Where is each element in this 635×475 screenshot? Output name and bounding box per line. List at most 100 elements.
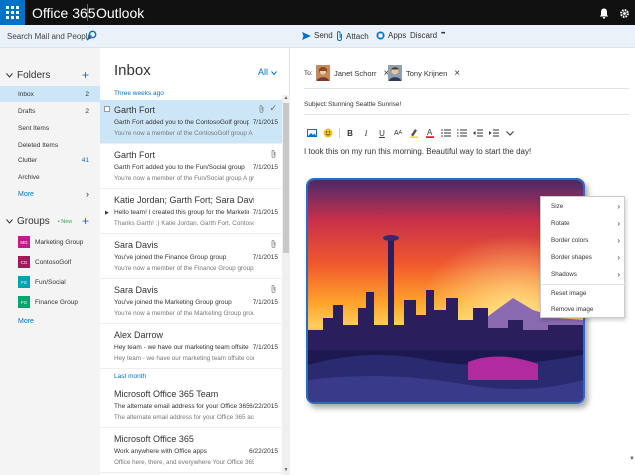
font-color-icon[interactable]: A bbox=[422, 126, 438, 140]
bullet-list-icon[interactable] bbox=[438, 126, 454, 140]
apps-button[interactable]: Apps bbox=[376, 31, 406, 40]
bold-icon[interactable]: B bbox=[342, 126, 358, 140]
menu-item-label: Border colors bbox=[551, 237, 589, 244]
message-subject: You've joined the Marketing Group group bbox=[114, 299, 232, 306]
menu-item-reset-image[interactable]: Reset image bbox=[541, 285, 626, 302]
message-row[interactable]: Microsoft Office 365 Work anywhere with … bbox=[100, 429, 282, 473]
message-row[interactable]: Microsoft Office 365 Team The alternate … bbox=[100, 384, 282, 428]
folder-archive[interactable]: Archive bbox=[0, 169, 100, 185]
group-marketing[interactable]: MG Marketing Group bbox=[18, 234, 83, 250]
bell-icon[interactable] bbox=[597, 6, 611, 20]
message-preview: Office here, there, and everywhere Your … bbox=[114, 459, 254, 466]
emoji-icon[interactable] bbox=[320, 126, 336, 140]
scroll-up-icon[interactable]: ▲ bbox=[282, 95, 290, 101]
message-subject: Garth Fort added you to the Fun/Social g… bbox=[114, 164, 245, 171]
command-bar: Search Mail and People Send Attach Apps … bbox=[0, 25, 635, 48]
waffle-icon bbox=[6, 6, 19, 19]
folder-inbox[interactable]: Inbox 2 bbox=[0, 86, 100, 102]
paperclip-icon bbox=[271, 239, 276, 250]
menu-item-rotate[interactable]: Rotate › bbox=[541, 215, 626, 232]
folder-clutter[interactable]: Clutter 41 bbox=[0, 152, 100, 168]
app-launcher-button[interactable] bbox=[0, 0, 25, 25]
more-options-button[interactable]: ••• bbox=[441, 31, 445, 37]
new-folder-button[interactable]: + bbox=[82, 68, 89, 82]
message-row[interactable]: Garth Fort ✓ Garth Fort added you to the… bbox=[100, 100, 282, 144]
group-avatar: MG bbox=[18, 236, 30, 248]
message-row[interactable]: Sara Davis You've joined the Marketing G… bbox=[100, 280, 282, 324]
groups-more-link[interactable]: More bbox=[0, 313, 100, 329]
message-preview: You're now a member of the Fun/Social gr… bbox=[114, 175, 254, 182]
numbered-list-icon[interactable] bbox=[454, 126, 470, 140]
folders-header[interactable]: Folders bbox=[6, 70, 50, 81]
filter-dropdown[interactable]: All bbox=[258, 67, 277, 77]
send-icon bbox=[302, 31, 311, 40]
divider bbox=[304, 88, 629, 89]
group-contosogolf[interactable]: CG ContosoGolf bbox=[18, 254, 71, 270]
decrease-indent-icon[interactable] bbox=[470, 126, 486, 140]
remove-recipient-icon[interactable]: × bbox=[454, 68, 460, 79]
increase-indent-icon[interactable] bbox=[486, 126, 502, 140]
message-row[interactable]: Garth Fort Garth Fort added you to the F… bbox=[100, 145, 282, 189]
filter-label: All bbox=[258, 67, 269, 77]
discard-button[interactable]: Discard bbox=[410, 31, 437, 40]
new-group-button[interactable]: + bbox=[82, 214, 89, 228]
send-label: Send bbox=[314, 31, 333, 40]
font-size-icon[interactable]: AA bbox=[390, 126, 406, 140]
group-fun-social[interactable]: FS Fun/Social bbox=[18, 274, 66, 290]
folder-sent-items[interactable]: Sent Items bbox=[0, 120, 100, 136]
gear-icon[interactable] bbox=[617, 6, 631, 20]
group-label: Finance Group bbox=[35, 298, 78, 306]
insert-picture-icon[interactable] bbox=[304, 126, 320, 140]
recipient-name: Tony Krijnen bbox=[406, 68, 448, 78]
scroll-thumb[interactable] bbox=[283, 103, 289, 253]
search-icon[interactable] bbox=[86, 30, 97, 43]
scroll-down-icon[interactable]: ▼ bbox=[629, 456, 635, 462]
chevron-down-icon[interactable] bbox=[502, 126, 518, 140]
recipient-name: Janet Schorr bbox=[334, 68, 377, 78]
highlight-icon[interactable] bbox=[406, 126, 422, 140]
menu-item-shadows[interactable]: Shadows › bbox=[541, 266, 626, 283]
message-body[interactable]: I took this on my run this morning. Beau… bbox=[304, 147, 531, 156]
attach-button[interactable]: Attach bbox=[336, 31, 369, 41]
message-checkbox[interactable] bbox=[104, 106, 110, 112]
menu-item-remove-image[interactable]: Remove image bbox=[541, 301, 626, 318]
menu-item-border-colors[interactable]: Border colors › bbox=[541, 232, 626, 249]
message-subject: Hello team! I created this group for the… bbox=[114, 209, 249, 216]
app-title[interactable]: Outlook bbox=[96, 5, 144, 21]
message-list-scrollbar[interactable]: ▲ ▼ bbox=[282, 95, 290, 475]
italic-icon[interactable]: I bbox=[358, 126, 374, 140]
discard-label: Discard bbox=[410, 31, 438, 40]
message-row[interactable]: Alex Darrow Hey team - we have our marke… bbox=[100, 325, 282, 369]
folders-more-link[interactable]: More › bbox=[0, 186, 100, 202]
folder-drafts[interactable]: Drafts 2 bbox=[0, 103, 100, 119]
paperclip-icon bbox=[271, 284, 276, 295]
underline-icon[interactable]: U bbox=[374, 126, 390, 140]
new-badge: • New bbox=[57, 218, 73, 225]
folder-deleted-items[interactable]: Deleted Items bbox=[0, 137, 100, 153]
subject-field[interactable]: Stunning Seattle Sunrise! bbox=[328, 101, 401, 108]
search-input[interactable]: Search Mail and People bbox=[7, 32, 92, 41]
send-button[interactable]: Send bbox=[302, 31, 333, 40]
scroll-down-icon[interactable]: ▼ bbox=[282, 467, 290, 473]
menu-item-border-shapes[interactable]: Border shapes › bbox=[541, 249, 626, 266]
message-sender: Alex Darrow bbox=[114, 330, 164, 340]
menu-item-label: Rotate bbox=[551, 220, 570, 227]
message-preview: The alternate email address for your Off… bbox=[114, 414, 254, 421]
message-date: 7/1/2015 bbox=[252, 164, 278, 171]
group-avatar: CG bbox=[18, 256, 30, 268]
groups-header[interactable]: Groups • New bbox=[6, 216, 72, 227]
message-date: 7/1/2015 bbox=[252, 344, 278, 351]
apps-label: Apps bbox=[388, 31, 407, 40]
message-row[interactable]: ▶ Katie Jordan; Garth Fort; Sara Davis H… bbox=[100, 190, 282, 234]
recipient-chip[interactable]: Tony Krijnen × bbox=[388, 64, 460, 82]
recipient-chip[interactable]: Janet Schorr × bbox=[316, 64, 389, 82]
message-subject: Garth Fort added you to the ContosoGolf … bbox=[114, 119, 249, 126]
group-finance[interactable]: FG Finance Group bbox=[18, 294, 78, 310]
menu-item-size[interactable]: Size › bbox=[541, 198, 626, 215]
message-row[interactable]: Sara Davis You've joined the Finance Gro… bbox=[100, 235, 282, 279]
checkmark-icon[interactable]: ✓ bbox=[269, 103, 277, 114]
folder-count: 2 bbox=[85, 107, 89, 115]
menu-item-label: Border shapes bbox=[551, 254, 592, 261]
expand-thread-icon[interactable]: ▶ bbox=[105, 210, 109, 216]
message-date: 6/22/2015 bbox=[249, 448, 278, 455]
